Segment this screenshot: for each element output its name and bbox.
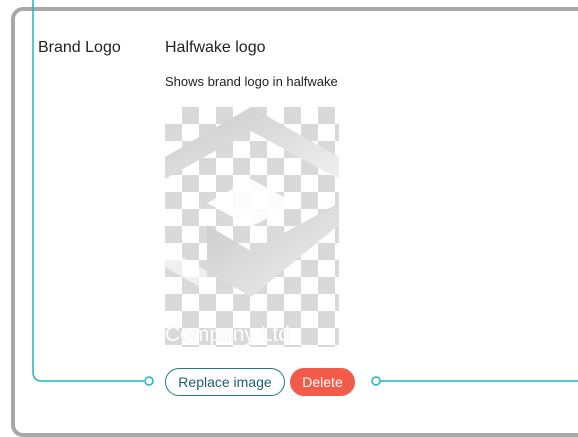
replace-image-button[interactable]: Replace image <box>165 368 285 396</box>
setting-title: Halfwake logo <box>165 39 266 56</box>
logo-caption: Company Ltd <box>165 323 290 346</box>
logo-preview: Company Ltd <box>165 107 339 347</box>
delete-button[interactable]: Delete <box>290 368 355 396</box>
section-label: Brand Logo <box>38 39 121 56</box>
company-logo-image <box>165 107 339 297</box>
setting-description: Shows brand logo in halfwake <box>165 74 338 89</box>
